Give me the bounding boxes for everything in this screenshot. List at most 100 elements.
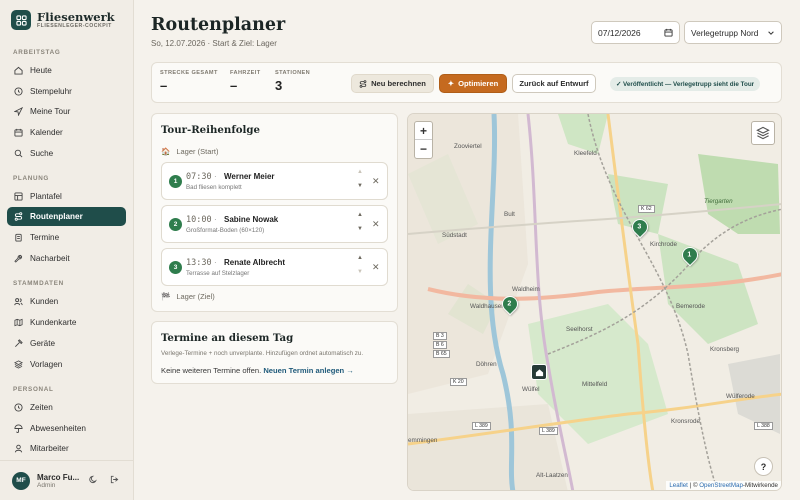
nav-section-arbeitstag: ARBEITSTAG xyxy=(13,49,61,56)
page-subtitle: So, 12.07.2026 · Start & Ziel: Lager xyxy=(151,39,277,48)
stop-description: Bad fliesen komplett xyxy=(186,184,242,191)
attribution-separator: | © xyxy=(687,482,700,489)
tour-start: 🏠 Lager (Start) xyxy=(161,147,218,156)
user-role: Admin xyxy=(37,481,56,489)
map-label: Kronsberg xyxy=(710,346,740,353)
zoom-out-button[interactable]: − xyxy=(415,140,432,158)
stop-time: 10:00 xyxy=(186,215,212,225)
nav-item-label: Heute xyxy=(30,66,52,75)
nav-item-geraete[interactable]: Geräte xyxy=(7,334,126,353)
separator-dot: · xyxy=(214,258,217,267)
back-to-draft-button[interactable]: Zurück auf Entwurf xyxy=(512,74,596,93)
board-icon xyxy=(14,192,23,201)
map-label: Bult xyxy=(504,211,515,218)
help-button[interactable]: ? xyxy=(754,457,773,476)
nav-section-personal: PERSONAL xyxy=(13,386,54,393)
road-sign: K 62 xyxy=(638,205,655,213)
moon-icon[interactable] xyxy=(89,475,98,484)
user-name: Marco Fu... xyxy=(37,472,80,482)
tour-end-label: Lager (Ziel) xyxy=(176,292,215,301)
separator-dot: · xyxy=(214,172,217,181)
map-attribution: Leaflet | © OpenStreetMap-Mitwirkende xyxy=(666,481,781,490)
sidebar: Fliesenwerk FLIESENLEGER-COCKPIT ARBEITS… xyxy=(0,0,134,500)
nav-item-nacharbeit[interactable]: Nacharbeit xyxy=(7,249,126,268)
map-tiles xyxy=(408,114,781,490)
group-select[interactable]: Verlegetrupp Nord xyxy=(684,21,782,44)
move-up-icon[interactable]: ▲ xyxy=(357,255,363,261)
nav-item-label: Meine Tour xyxy=(30,107,71,116)
home-icon xyxy=(14,66,23,75)
stop-number: 1 xyxy=(169,175,182,188)
nav-item-abwesenheiten[interactable]: Abwesenheiten xyxy=(7,419,126,438)
zoom-control: + − xyxy=(414,121,433,159)
nav-item-label: Routenplaner xyxy=(30,212,83,221)
move-down-icon[interactable]: ▼ xyxy=(357,226,363,232)
route-map[interactable]: Zooviertel Kleefeld Tiergarten Bult Süds… xyxy=(407,113,782,491)
map-label: Waldhausen xyxy=(470,303,505,310)
map-label: Kirchrode xyxy=(650,241,677,248)
tour-stop[interactable]: 2 10:00 · Sabine Nowak Großformat-Boden … xyxy=(161,205,388,243)
map-label: emmingen xyxy=(408,437,438,444)
main: Routenplaner So, 12.07.2026 · Start & Zi… xyxy=(134,0,800,500)
button-label: Optimieren xyxy=(458,79,499,88)
stats-bar: STRECKE GESAMT – FAHRZEIT – STATIONEN 3 … xyxy=(151,62,782,103)
nav-item-vorlagen[interactable]: Vorlagen xyxy=(7,355,126,374)
brand-name: Fliesenwerk xyxy=(37,10,115,24)
tour-stop[interactable]: 3 13:30 · Renate Albrecht Terrasse auf S… xyxy=(161,248,388,286)
nav-item-stempeluhr[interactable]: Stempeluhr xyxy=(7,82,126,101)
leaflet-link[interactable]: Leaflet xyxy=(669,482,688,489)
nav-item-label: Stempeluhr xyxy=(30,87,72,96)
stat-strecke: STRECKE GESAMT – xyxy=(160,70,218,93)
nav-item-plantafel[interactable]: Plantafel xyxy=(7,187,126,206)
map-label: Waldheim xyxy=(512,286,540,293)
tour-stop[interactable]: 1 07:30 · Werner Meier Bad fliesen kompl… xyxy=(161,162,388,200)
nav-item-heute[interactable]: Heute xyxy=(7,61,126,80)
map-label: Seelhorst xyxy=(566,326,593,333)
nav-section-planung: PLANUNG xyxy=(13,175,50,182)
layers-button[interactable] xyxy=(751,121,775,145)
tour-title: Tour-Reihenfolge xyxy=(161,124,260,136)
new-appointment-link[interactable]: Neuen Termin anlegen → xyxy=(263,366,354,375)
nav-item-suche[interactable]: Suche xyxy=(7,144,126,163)
stop-time: 13:30 xyxy=(186,258,212,268)
move-down-icon[interactable]: ▼ xyxy=(357,183,363,189)
recalculate-button[interactable]: Neu berechnen xyxy=(351,74,434,93)
nav-item-kunden[interactable]: Kunden xyxy=(7,292,126,311)
zoom-in-button[interactable]: + xyxy=(415,122,432,140)
stop-customer: Renate Albrecht xyxy=(224,258,286,267)
nav-item-zeiten[interactable]: Zeiten xyxy=(7,398,126,417)
stat-label: FAHRZEIT xyxy=(230,70,261,76)
stat-value: – xyxy=(160,78,168,93)
road-sign: L 388 xyxy=(754,422,773,430)
nav-item-label: Vorlagen xyxy=(30,360,63,369)
move-up-icon[interactable]: ▲ xyxy=(357,212,363,218)
termine-card: Termine an diesem Tag Verlege-Termine + … xyxy=(151,321,398,384)
calendar-icon[interactable] xyxy=(664,28,673,37)
nav-item-mitarbeiter[interactable]: Mitarbeiter xyxy=(7,439,126,458)
stop-time: 07:30 xyxy=(186,172,212,182)
move-down-icon[interactable]: ▼ xyxy=(357,269,363,275)
attribution-suffix: -Mitwirkende xyxy=(742,482,778,489)
logout-icon[interactable] xyxy=(110,475,119,484)
remove-icon[interactable]: ✕ xyxy=(372,262,380,273)
map-label: Döhren xyxy=(476,361,497,368)
nav-item-kalender[interactable]: Kalender xyxy=(7,123,126,142)
remove-icon[interactable]: ✕ xyxy=(372,176,380,187)
date-input[interactable]: 07/12/2026 xyxy=(591,21,680,44)
remove-icon[interactable]: ✕ xyxy=(372,219,380,230)
nav-item-kundenkarte[interactable]: Kundenkarte xyxy=(7,313,126,332)
warehouse-marker-icon[interactable] xyxy=(531,364,547,380)
button-label: Neu berechnen xyxy=(371,79,426,88)
stat-stationen: STATIONEN 3 xyxy=(275,70,310,93)
road-sign: B 3 xyxy=(433,332,447,340)
optimize-button[interactable]: ✦ Optimieren xyxy=(439,74,507,93)
move-up-icon[interactable]: ▲ xyxy=(357,169,363,175)
route-icon xyxy=(14,212,23,221)
clock-icon xyxy=(14,403,23,412)
calendar-icon xyxy=(14,128,23,137)
nav-item-routenplaner[interactable]: Routenplaner xyxy=(7,207,126,226)
stat-fahrzeit: FAHRZEIT – xyxy=(230,70,261,93)
nav-item-meine-tour[interactable]: Meine Tour xyxy=(7,102,126,121)
nav-item-termine[interactable]: Termine xyxy=(7,228,126,247)
osm-link[interactable]: OpenStreetMap xyxy=(699,482,743,489)
